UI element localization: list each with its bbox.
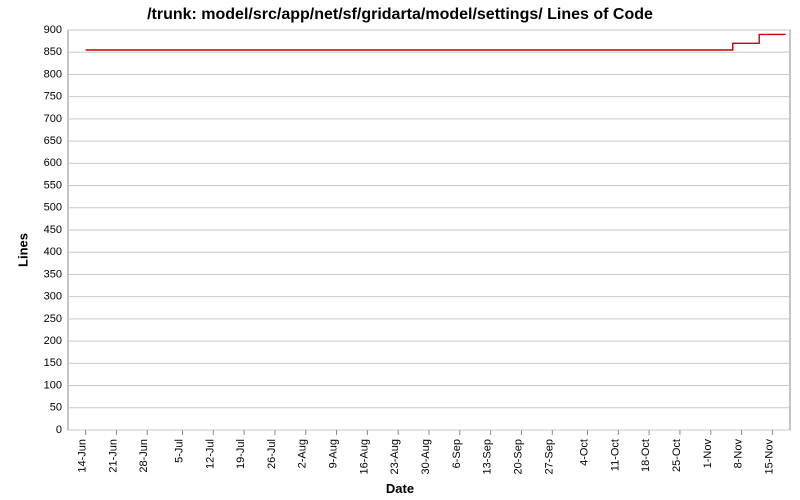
y-tick-label: 900 [44, 24, 62, 36]
chart-svg: 0 50 100 150 200 250 300 350 400 450 500 550 600 650 7… [0, 0, 800, 500]
x-tick-label: 1-Nov [702, 439, 714, 469]
x-tick-label: 2-Aug [297, 439, 309, 468]
y-tick-label: 150 [44, 357, 62, 369]
y-tick-label: 450 [44, 224, 62, 236]
x-tick-label: 12-Jul [204, 439, 216, 469]
x-tick-label: 27-Sep [543, 439, 555, 474]
x-tick-label: 20-Sep [512, 439, 524, 474]
x-tick-label: 8-Nov [733, 439, 745, 469]
x-tick-label: 6-Sep [451, 439, 463, 468]
chart-container: /trunk: model/src/app/net/sf/gridarta/mo… [0, 0, 800, 500]
y-tick-label: 100 [44, 379, 62, 391]
y-tick-label: 0 [56, 424, 62, 436]
x-tick-label: 18-Oct [640, 439, 652, 472]
y-tick-label: 300 [44, 291, 62, 303]
x-tick-label: 30-Aug [420, 439, 432, 474]
x-tick-label: 15-Nov [763, 439, 775, 475]
x-tick-label: 11-Oct [609, 439, 621, 471]
y-tick-label: 700 [44, 113, 62, 125]
y-tick-label: 750 [44, 91, 62, 103]
y-tick-label: 850 [44, 46, 62, 58]
series-line [86, 34, 786, 50]
x-tick-label: 16-Aug [358, 439, 370, 474]
y-tick-label: 550 [44, 179, 62, 191]
y-tick-label: 400 [44, 246, 62, 258]
y-tick-label: 650 [44, 135, 62, 147]
x-tick-label: 23-Aug [389, 439, 401, 474]
x-tick-label: 19-Jul [235, 439, 247, 469]
x-tick-label: 21-Jun [107, 439, 119, 473]
x-tick-label: 28-Jun [138, 439, 150, 473]
x-tick-label: 4-Oct [578, 439, 590, 466]
y-tick-label: 50 [50, 402, 62, 414]
y-tick-label: 200 [44, 335, 62, 347]
x-tick-label: 14-Jun [77, 439, 89, 473]
x-tick-label: 25-Oct [671, 439, 683, 472]
y-tick-label: 600 [44, 157, 62, 169]
x-tick-label: 9-Aug [328, 439, 340, 468]
x-tick-label: 5-Jul [173, 439, 185, 463]
y-tick-label: 500 [44, 202, 62, 214]
y-tick-label: 800 [44, 68, 62, 80]
x-tick-label: 26-Jul [266, 439, 278, 469]
x-tick-label: 13-Sep [482, 439, 494, 474]
y-tick-label: 350 [44, 268, 62, 280]
y-tick-label: 250 [44, 313, 62, 325]
